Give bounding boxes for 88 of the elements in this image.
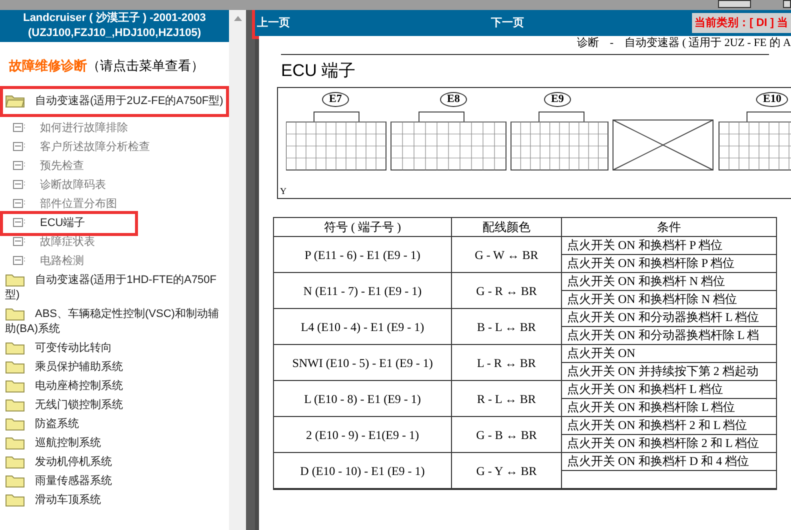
next-page-link[interactable]: 下一页 bbox=[491, 14, 524, 32]
section-heading: 故障维修诊断 bbox=[9, 57, 87, 75]
document-node-icon bbox=[13, 256, 26, 266]
toolbar-button[interactable] bbox=[783, 0, 791, 8]
table-cell-text: 点火开关 ON 和换档杆除 N 档位 bbox=[566, 291, 738, 308]
connector-label: E9 bbox=[544, 92, 571, 107]
folder-icon bbox=[5, 378, 25, 393]
table-cell: 点火开关 ON 和换档杆 L 档位 bbox=[562, 381, 776, 399]
table-cell: 点火开关 ON bbox=[562, 345, 776, 363]
connector-label: E7 bbox=[322, 92, 349, 107]
tree-page-item[interactable]: 诊断故障码表 bbox=[3, 176, 229, 194]
folder-icon bbox=[5, 306, 25, 321]
tree-folder-item[interactable]: 雨量传感器系统 bbox=[3, 472, 226, 490]
table-cell-text: 点火开关 ON 和分动器换档杆除 L 档 bbox=[566, 327, 760, 344]
connector-label: E10 bbox=[756, 92, 788, 107]
connector-label: E8 bbox=[440, 92, 467, 107]
tree-folder-item[interactable]: 电动座椅控制系统 bbox=[3, 376, 226, 396]
folder-icon bbox=[5, 454, 25, 469]
table-cell-text: 点火开关 ON 并持续按下第 2 档起动 bbox=[566, 363, 760, 380]
document-node-icon bbox=[13, 236, 26, 248]
tree-folder-item[interactable]: 巡航控制系统 bbox=[3, 434, 226, 452]
tree-folder-item[interactable]: 滑动车顶系统 bbox=[3, 490, 226, 510]
table-cell: L - R ↔ BR bbox=[452, 345, 562, 380]
column-header: 配线颜色 bbox=[452, 218, 562, 236]
table-cell-text: 点火开关 ON 和换档杆除 P 档位 bbox=[566, 255, 736, 272]
folder-icon bbox=[5, 340, 25, 355]
table-cell: SNWI (E10 - 5) - E1 (E9 - 1) bbox=[274, 345, 452, 380]
folder-icon bbox=[5, 416, 25, 431]
table-cell: N (E11 - 7) - E1 (E9 - 1) bbox=[274, 273, 452, 308]
table-cell: G - W ↔ BR bbox=[452, 237, 562, 272]
document-node-icon bbox=[13, 198, 26, 210]
table-cell: R - L ↔ BR bbox=[452, 381, 562, 416]
previous-page-link[interactable]: 上一页 bbox=[257, 14, 290, 32]
tree-folder-item[interactable]: 自动变速器(适用于2UZ-FE的A750F型) bbox=[3, 88, 226, 114]
table-cell: 点火开关 ON 和换档杆 2 和 L 档位 bbox=[562, 417, 776, 435]
toolbar-button[interactable] bbox=[718, 0, 751, 8]
table-cell: B - L ↔ BR bbox=[452, 309, 562, 344]
table-cell: P (E11 - 6) - E1 (E9 - 1) bbox=[274, 237, 452, 272]
table-cell: G - R ↔ BR bbox=[452, 273, 562, 308]
corner-mark: Y bbox=[280, 187, 286, 196]
tree-page-item[interactable]: 如何进行故障排除 bbox=[3, 118, 229, 138]
column-header: 符号 ( 端子号 ) bbox=[274, 218, 452, 236]
table-cell: 点火开关 ON 和换档杆 P 档位 bbox=[562, 237, 776, 255]
document-node-icon bbox=[13, 180, 26, 190]
folder-icon bbox=[5, 492, 25, 507]
tree-folder-item[interactable]: 防盗系统 bbox=[3, 414, 226, 434]
folder-icon bbox=[5, 474, 25, 488]
tree-page-item[interactable]: 预先检查 bbox=[3, 156, 229, 176]
column-header: 条件 bbox=[656, 219, 682, 236]
folder-icon bbox=[5, 436, 25, 450]
table-cell: 2 (E10 - 9) - E1(E9 - 1) bbox=[274, 417, 452, 452]
tree-page-item[interactable]: 客户所述故障分析检查 bbox=[3, 138, 229, 156]
table-cell: G - B ↔ BR bbox=[452, 417, 562, 452]
document-title: ECU 端子 bbox=[281, 61, 357, 81]
document-node-icon bbox=[13, 218, 26, 228]
running-head: 诊断 - 自动变速器 ( 适用于 2UZ - FE 的 A bbox=[576, 36, 791, 50]
tree-folder-item[interactable]: 可变传动比转向 bbox=[3, 338, 226, 358]
tree-page-item[interactable]: 故障症状表 bbox=[3, 232, 229, 252]
document-node-icon bbox=[13, 122, 26, 134]
table-cell-text: 点火开关 ON 和换档杆除 2 和 L 档位 bbox=[566, 435, 760, 452]
folder-icon bbox=[5, 272, 25, 287]
tree-folder-item[interactable]: 自动变速器(适用于1HD-FTE的A750F型) bbox=[3, 270, 226, 304]
sidebar-scrollbar[interactable] bbox=[229, 10, 246, 530]
table-cell: D (E10 - 10) - E1 (E9 - 1) bbox=[274, 453, 452, 488]
table-cell: 点火开关 ON 和换档杆 N 档位 bbox=[562, 273, 776, 291]
tree-folder-item[interactable]: 乘员保护辅助系统 bbox=[3, 358, 226, 376]
tree-folder-item[interactable]: 发动机停机系统 bbox=[3, 452, 226, 472]
table-cell: L4 (E10 - 4) - E1 (E9 - 1) bbox=[274, 309, 452, 344]
tree-page-item[interactable]: 部件位置分布图 bbox=[3, 194, 229, 214]
tree-page-item[interactable]: 电路检测 bbox=[3, 252, 229, 270]
document-node-icon bbox=[13, 142, 26, 152]
document-node-icon bbox=[13, 160, 26, 172]
tree-folder-item[interactable]: 无线门锁控制系统 bbox=[3, 396, 226, 414]
open-folder-icon bbox=[5, 94, 25, 108]
sidebar-title: Landcruiser ( 沙漠王子 ) -2001-2003 bbox=[23, 11, 206, 26]
table-cell-text: 点火开关 ON 和换档杆除 L 档位 bbox=[566, 399, 736, 416]
table-cell: L (E10 - 8) - E1 (E9 - 1) bbox=[274, 381, 452, 416]
folder-icon bbox=[5, 398, 25, 412]
folder-icon bbox=[5, 360, 25, 374]
sidebar-title: (UZJ100,FZJ10_,HDJ100,HZJ105) bbox=[28, 26, 202, 41]
tree-page-item[interactable]: ECU端子 bbox=[3, 214, 135, 232]
section-hint: （请点击菜单查看） bbox=[87, 57, 204, 75]
table-cell: 点火开关 ON 和换档杆 D 和 4 档位 bbox=[562, 453, 776, 471]
current-category: 当前类别：[ DI ] 当 bbox=[692, 13, 791, 33]
table-cell: G - Y ↔ BR bbox=[452, 453, 562, 488]
table-cell: 点火开关 ON 和分动器换档杆 L 档位 bbox=[562, 309, 776, 327]
tree-folder-item[interactable]: ABS、车辆稳定性控制(VSC)和制动辅助(BA)系统 bbox=[3, 304, 226, 338]
scroll-up-icon[interactable] bbox=[234, 16, 242, 21]
